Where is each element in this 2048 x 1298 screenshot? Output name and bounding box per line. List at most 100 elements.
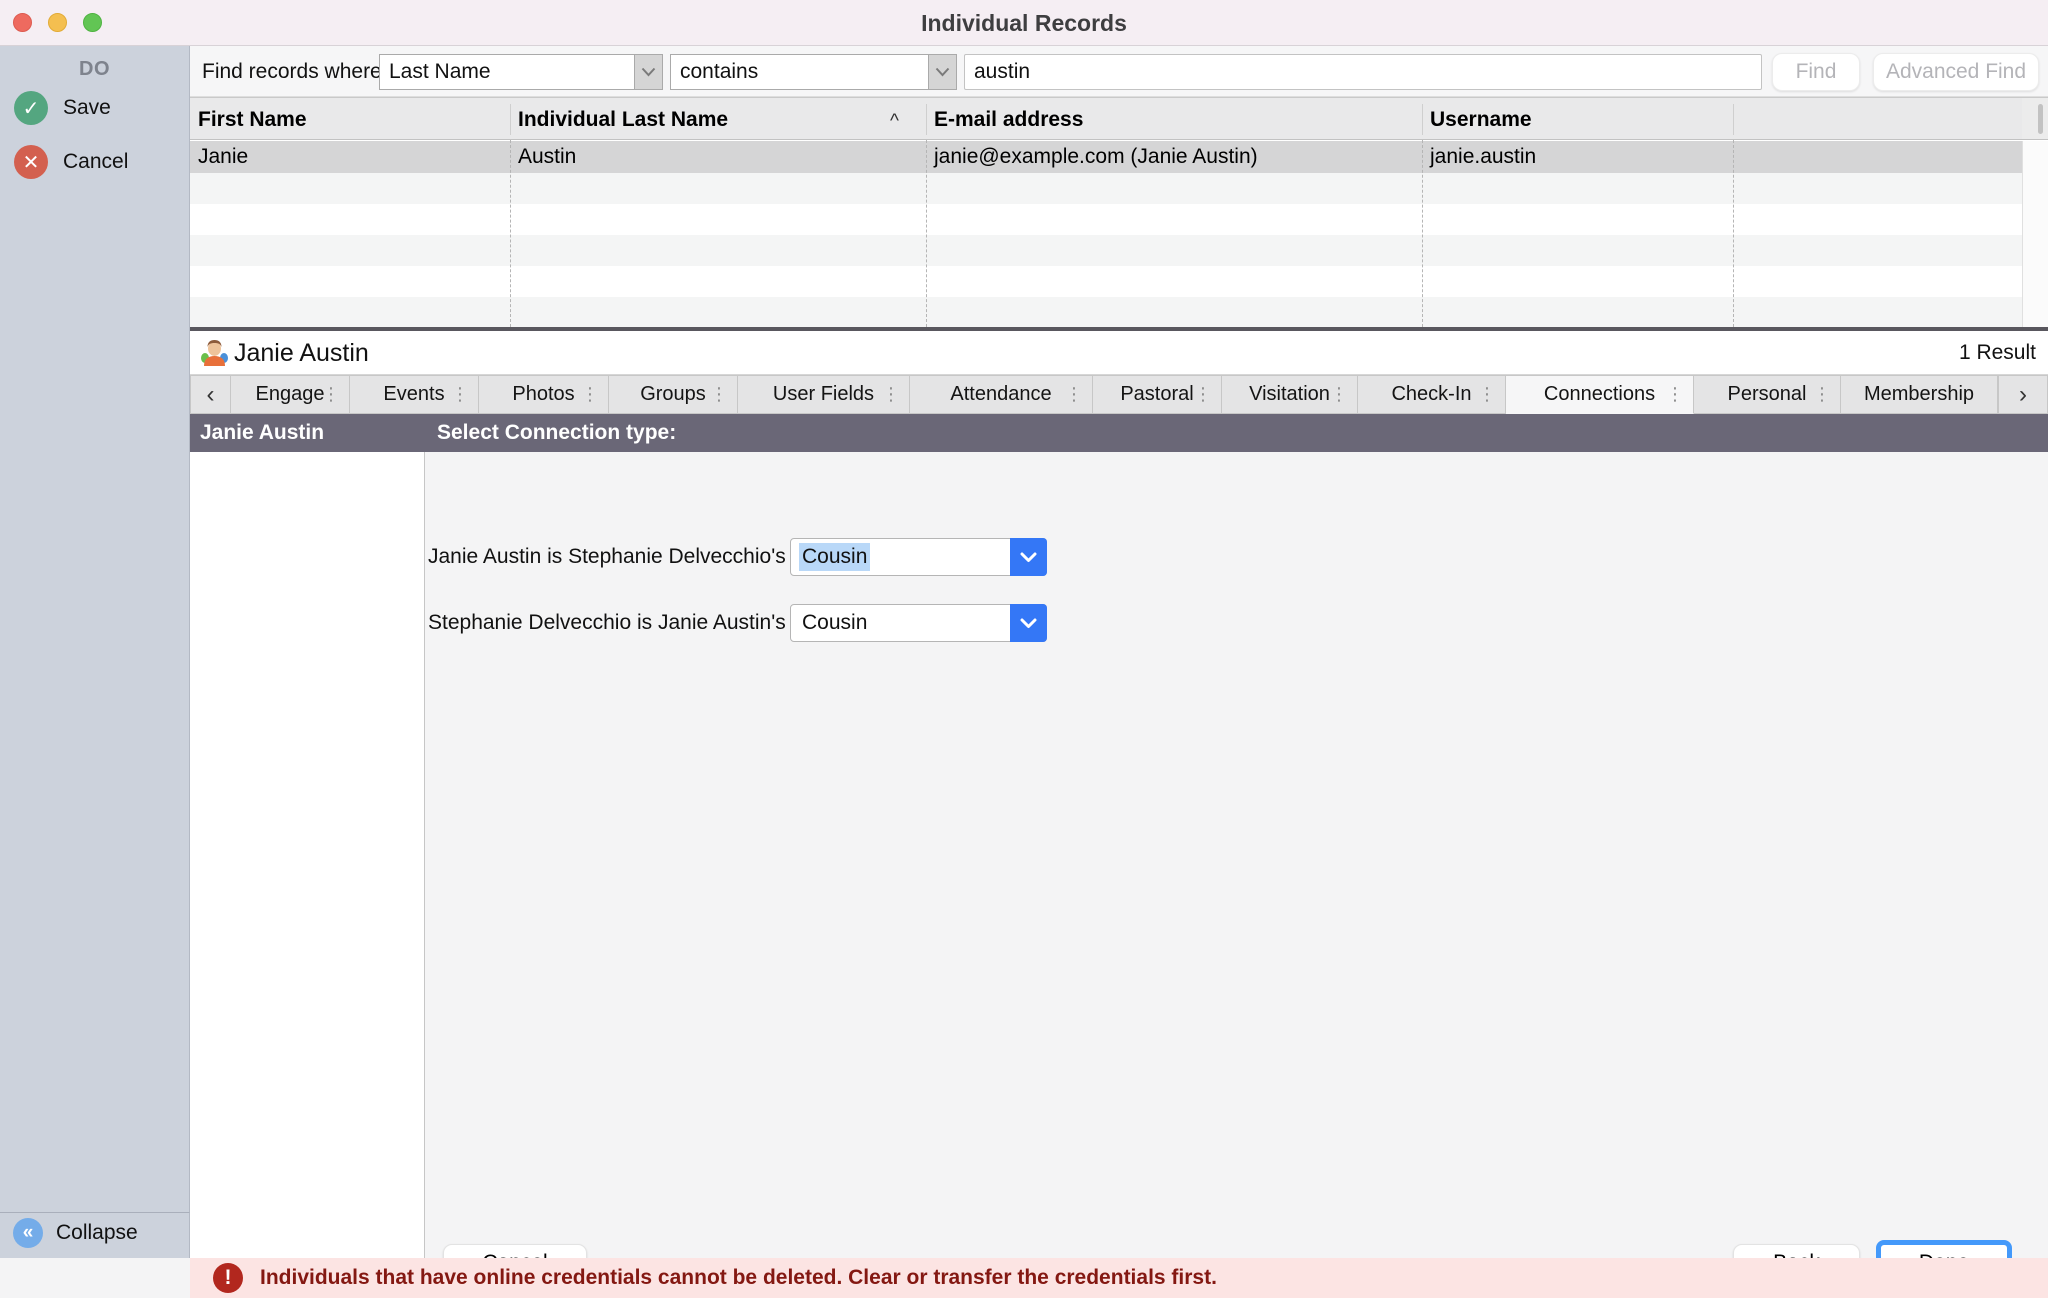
tab-label: Groups xyxy=(640,383,706,406)
find-button[interactable]: Find xyxy=(1772,53,1860,91)
record-header: Janie Austin 1 Result xyxy=(190,331,2048,375)
connection-type-combo-2[interactable]: Cousin xyxy=(790,604,1047,642)
column-header-last-name[interactable]: Individual Last Name xyxy=(510,98,890,141)
table-row-empty xyxy=(190,173,2022,204)
tab-visitation[interactable]: Visitation⋮ xyxy=(1222,375,1358,414)
tab-menu-icon[interactable]: ⋮ xyxy=(1666,384,1684,405)
save-check-icon: ✓ xyxy=(14,91,48,125)
tab-personal[interactable]: Personal⋮ xyxy=(1694,375,1841,414)
window-title: Individual Records xyxy=(0,0,2048,46)
tab-label: Connections xyxy=(1544,383,1655,406)
tab-connections[interactable]: Connections ⋮ xyxy=(1506,375,1694,414)
tab-engage[interactable]: Engage⋮ xyxy=(231,375,350,414)
tab-groups[interactable]: Groups⋮ xyxy=(609,375,738,414)
tab-label: Engage xyxy=(256,383,325,406)
find-records-where-label: Find records where xyxy=(202,46,382,97)
tab-pastoral[interactable]: Pastoral⋮ xyxy=(1093,375,1222,414)
column-header-first-name[interactable]: First Name xyxy=(190,98,510,141)
tab-label: Pastoral xyxy=(1120,383,1193,406)
tab-events[interactable]: Events ⋮ xyxy=(350,375,479,414)
section-bar: Janie Austin Select Connection type: xyxy=(190,414,2048,452)
cell-username: janie.austin xyxy=(1422,141,1733,173)
tab-menu-icon[interactable]: ⋮ xyxy=(581,384,599,405)
status-message: Individuals that have online credentials… xyxy=(260,1266,1217,1290)
connections-list-panel xyxy=(190,452,425,1258)
table-row-selected[interactable]: Janie Austin janie@example.com (Janie Au… xyxy=(190,141,2022,173)
tab-membership[interactable]: Membership xyxy=(1841,375,1998,414)
main-area: Find records where Last Name contains Fi… xyxy=(190,46,2048,1298)
connections-content: Janie Austin is Stephanie Delvecchio's C… xyxy=(190,452,2048,1258)
tab-label: Photos xyxy=(512,383,574,406)
table-header-row: First Name Individual Last Name ^ E-mail… xyxy=(190,97,2022,140)
double-chevron-left-icon: « xyxy=(13,1218,43,1248)
window-titlebar: Individual Records xyxy=(0,0,2048,46)
chevron-down-icon xyxy=(928,55,956,89)
connection-label-2: Stephanie Delvecchio is Janie Austin's xyxy=(428,611,790,635)
sidebar-item-cancel[interactable]: ✕ Cancel xyxy=(0,135,189,189)
tab-menu-icon[interactable]: ⋮ xyxy=(322,384,340,405)
cancel-x-icon: ✕ xyxy=(14,145,48,179)
cell-last-name: Austin xyxy=(510,141,926,173)
cell-email: janie@example.com (Janie Austin) xyxy=(926,141,1422,173)
column-header-empty[interactable] xyxy=(1733,98,2022,141)
cancel-label: Cancel xyxy=(63,150,128,174)
tab-label: Attendance xyxy=(950,383,1051,406)
tabs-scroll-right-button[interactable]: › xyxy=(1998,375,2048,414)
collapse-label: Collapse xyxy=(56,1221,138,1245)
tab-menu-icon[interactable]: ⋮ xyxy=(451,384,469,405)
connection-type-combo-1[interactable]: Cousin xyxy=(790,538,1047,576)
tab-check-in[interactable]: Check-In ⋮ xyxy=(1358,375,1506,414)
tab-photos[interactable]: Photos ⋮ xyxy=(479,375,609,414)
tab-user-fields[interactable]: User Fields ⋮ xyxy=(738,375,910,414)
connection-row-1: Janie Austin is Stephanie Delvecchio's C… xyxy=(428,538,1047,576)
tab-menu-icon[interactable]: ⋮ xyxy=(710,384,728,405)
collapse-button[interactable]: « Collapse xyxy=(0,1212,190,1252)
chevron-down-icon xyxy=(634,55,662,89)
connection-label-1: Janie Austin is Stephanie Delvecchio's xyxy=(428,545,790,569)
column-header-username[interactable]: Username xyxy=(1422,98,1733,141)
connection-type-value-2: Cousin xyxy=(799,609,870,637)
sort-ascending-icon: ^ xyxy=(890,98,899,141)
tab-label: Membership xyxy=(1864,383,1974,406)
find-field-select[interactable]: Last Name xyxy=(379,54,663,90)
section-record-name: Janie Austin xyxy=(200,414,324,452)
tab-menu-icon[interactable]: ⋮ xyxy=(882,384,900,405)
tab-label: Visitation xyxy=(1249,383,1330,406)
save-label: Save xyxy=(63,96,111,120)
record-name: Janie Austin xyxy=(234,331,369,375)
tab-menu-icon[interactable]: ⋮ xyxy=(1478,384,1496,405)
tab-menu-icon[interactable]: ⋮ xyxy=(1194,384,1212,405)
status-bar: ! Individuals that have online credentia… xyxy=(190,1258,2048,1298)
find-field-value: Last Name xyxy=(380,60,634,84)
column-header-email[interactable]: E-mail address xyxy=(926,98,1422,141)
table-row-empty xyxy=(190,266,2022,297)
record-tab-bar: ‹ Engage⋮ Events⋮ Photos⋮ Groups⋮ User F… xyxy=(190,375,2048,414)
tab-label: Events xyxy=(383,383,444,406)
result-count: 1 Result xyxy=(1959,331,2036,375)
tab-label: User Fields xyxy=(773,383,874,406)
chevron-down-icon[interactable] xyxy=(1010,604,1047,642)
alert-icon: ! xyxy=(213,1263,243,1293)
find-operator-value: contains xyxy=(671,60,928,84)
sidebar-item-save[interactable]: ✓ Save xyxy=(0,81,189,135)
table-vertical-scrollbar[interactable] xyxy=(2022,141,2048,327)
person-icon xyxy=(200,339,229,368)
tab-attendance[interactable]: Attendance ⋮ xyxy=(910,375,1093,414)
results-table: First Name Individual Last Name ^ E-mail… xyxy=(190,97,2048,331)
search-input[interactable] xyxy=(964,54,1762,90)
cell-first-name: Janie xyxy=(190,141,510,173)
tab-menu-icon[interactable]: ⋮ xyxy=(1813,384,1831,405)
chevron-down-icon[interactable] xyxy=(1010,538,1047,576)
tab-menu-icon[interactable]: ⋮ xyxy=(1330,384,1348,405)
connection-type-value-1: Cousin xyxy=(799,543,870,571)
tab-label: Check-In xyxy=(1391,383,1471,406)
advanced-find-button[interactable]: Advanced Find xyxy=(1873,53,2039,91)
tabs-scroll-left-button[interactable]: ‹ xyxy=(190,375,231,414)
tab-menu-icon[interactable]: ⋮ xyxy=(1065,384,1083,405)
sidebar-header: DO xyxy=(0,46,189,81)
table-row-empty xyxy=(190,204,2022,235)
find-bar: Find records where Last Name contains Fi… xyxy=(190,46,2048,97)
section-title: Select Connection type: xyxy=(437,414,676,452)
connection-row-2: Stephanie Delvecchio is Janie Austin's C… xyxy=(428,604,1047,642)
find-operator-select[interactable]: contains xyxy=(670,54,957,90)
